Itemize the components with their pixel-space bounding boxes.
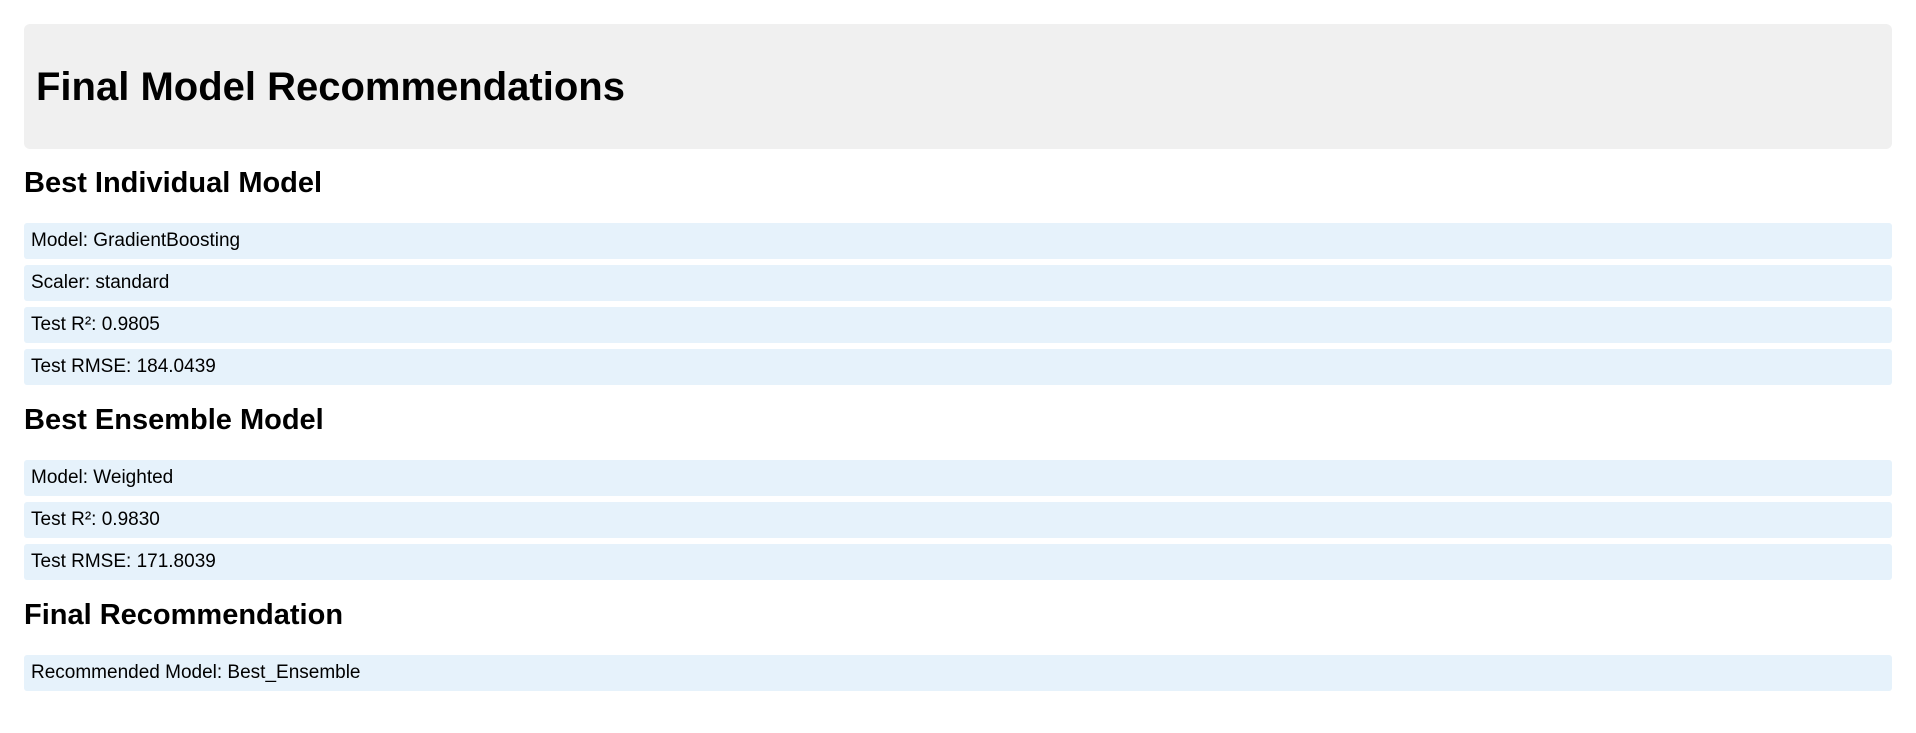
metric-row-scaler: Scaler: standard — [24, 265, 1892, 301]
section-title-best-ensemble-model: Best Ensemble Model — [24, 404, 324, 436]
section-title-best-individual-model: Best Individual Model — [24, 167, 323, 199]
metric-row-test-r2: Test R²: 0.9830 — [24, 502, 1892, 538]
metric-row-test-r2: Test R²: 0.9805 — [24, 307, 1892, 343]
metric-list: Model: GradientBoosting Scaler: standard… — [24, 223, 1892, 385]
metric-row-model: Model: Weighted — [24, 460, 1892, 496]
page-header: Final Model Recommendations — [24, 24, 1892, 149]
section-final-recommendation: Final Recommendation Recommended Model: … — [24, 601, 1892, 691]
metric-row-model: Model: GradientBoosting — [24, 223, 1892, 259]
metric-list: Model: Weighted Test R²: 0.9830 Test RMS… — [24, 460, 1892, 580]
section-best-individual-model: Best Individual Model Model: GradientBoo… — [24, 169, 1892, 385]
metric-row-test-rmse: Test RMSE: 184.0439 — [24, 349, 1892, 385]
metric-row-test-rmse: Test RMSE: 171.8039 — [24, 544, 1892, 580]
metric-list: Recommended Model: Best_Ensemble — [24, 655, 1892, 691]
page-title: Final Model Recommendations — [36, 64, 625, 109]
section-best-ensemble-model: Best Ensemble Model Model: Weighted Test… — [24, 406, 1892, 580]
metric-row-recommended-model: Recommended Model: Best_Ensemble — [24, 655, 1892, 691]
section-title-final-recommendation: Final Recommendation — [24, 599, 344, 631]
